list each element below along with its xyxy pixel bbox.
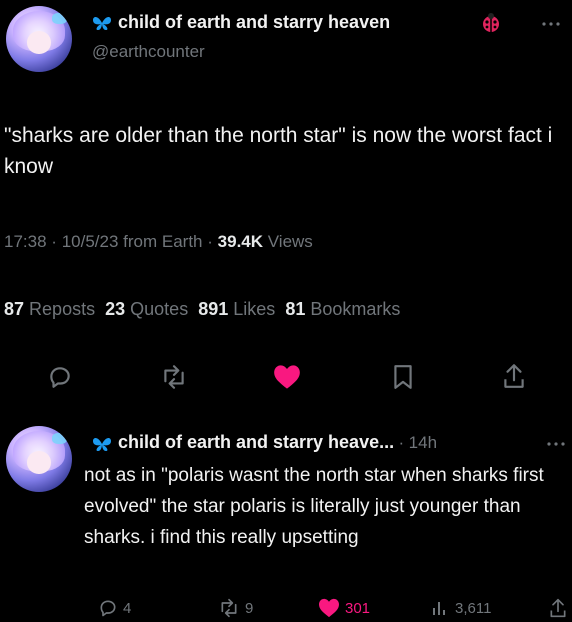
reply-text: not as in "polaris wasnt the north star … xyxy=(84,465,544,548)
tweet-time[interactable]: 17:38 xyxy=(4,232,47,251)
avatar[interactable] xyxy=(6,6,72,72)
likes-count: 891 xyxy=(198,299,229,319)
reply-replies-count: 4 xyxy=(123,599,132,617)
reply-reposts-count: 9 xyxy=(245,599,254,617)
tweet-text: "sharks are older than the north star" i… xyxy=(4,124,553,178)
reply-avatar[interactable] xyxy=(6,426,72,492)
repost-icon[interactable] xyxy=(160,364,188,390)
bookmarks-count: 81 xyxy=(285,299,306,319)
reply-reply-button[interactable]: 4 xyxy=(98,598,131,618)
separator: · xyxy=(398,433,405,452)
reposts-stat[interactable]: 87 Reposts xyxy=(4,299,95,319)
separator: · xyxy=(51,232,57,251)
bookmark-icon[interactable] xyxy=(392,364,414,390)
bookmarks-stat[interactable]: 81 Bookmarks xyxy=(285,299,400,319)
reply-header: child of earth and starry heave... · 14h xyxy=(118,432,437,453)
views-icon xyxy=(430,598,450,618)
author-name[interactable]: child of earth and starry heaven xyxy=(118,12,390,33)
separator: · xyxy=(207,232,213,251)
reply-icon xyxy=(98,598,118,618)
bookmarks-label: Bookmarks xyxy=(310,299,401,319)
more-icon[interactable] xyxy=(541,21,561,27)
tweet-meta: 17:38 · 10/5/23 from Earth · 39.4K Views xyxy=(4,232,313,252)
views-label: Views xyxy=(267,232,313,251)
tweet-date[interactable]: 10/5/23 xyxy=(62,232,119,251)
share-icon[interactable] xyxy=(501,362,527,390)
quotes-label: Quotes xyxy=(130,299,189,319)
repost-icon xyxy=(218,598,240,618)
reposts-count: 87 xyxy=(4,299,25,319)
ladybug-icon xyxy=(480,12,502,34)
reply-like-button[interactable]: 301 xyxy=(318,598,370,618)
reply-icon[interactable] xyxy=(47,364,73,390)
share-icon[interactable] xyxy=(548,597,568,619)
reply-views-button[interactable]: 3,611 xyxy=(430,598,491,618)
reply-repost-button[interactable]: 9 xyxy=(218,598,253,618)
reply-likes-count: 301 xyxy=(345,599,371,617)
quotes-count: 23 xyxy=(105,299,126,319)
tweet-source: from Earth xyxy=(123,232,203,251)
reply-age[interactable]: 14h xyxy=(409,433,437,452)
heart-icon[interactable] xyxy=(273,364,301,390)
reply-author-name[interactable]: child of earth and starry heave... xyxy=(118,432,394,452)
author-handle[interactable]: @earthcounter xyxy=(92,42,205,62)
reply-views-count: 3,611 xyxy=(455,599,492,617)
likes-label: Likes xyxy=(233,299,276,319)
likes-stat[interactable]: 891 Likes xyxy=(198,299,275,319)
reposts-label: Reposts xyxy=(29,299,96,319)
views-count: 39.4K xyxy=(217,232,264,251)
quotes-stat[interactable]: 23 Quotes xyxy=(105,299,188,319)
butterfly-icon xyxy=(92,436,112,452)
heart-icon xyxy=(318,598,340,618)
engagement-stats: 87 Reposts 23 Quotes 891 Likes 81 Bookma… xyxy=(4,299,400,320)
more-icon[interactable] xyxy=(546,441,566,447)
butterfly-icon xyxy=(92,15,112,31)
